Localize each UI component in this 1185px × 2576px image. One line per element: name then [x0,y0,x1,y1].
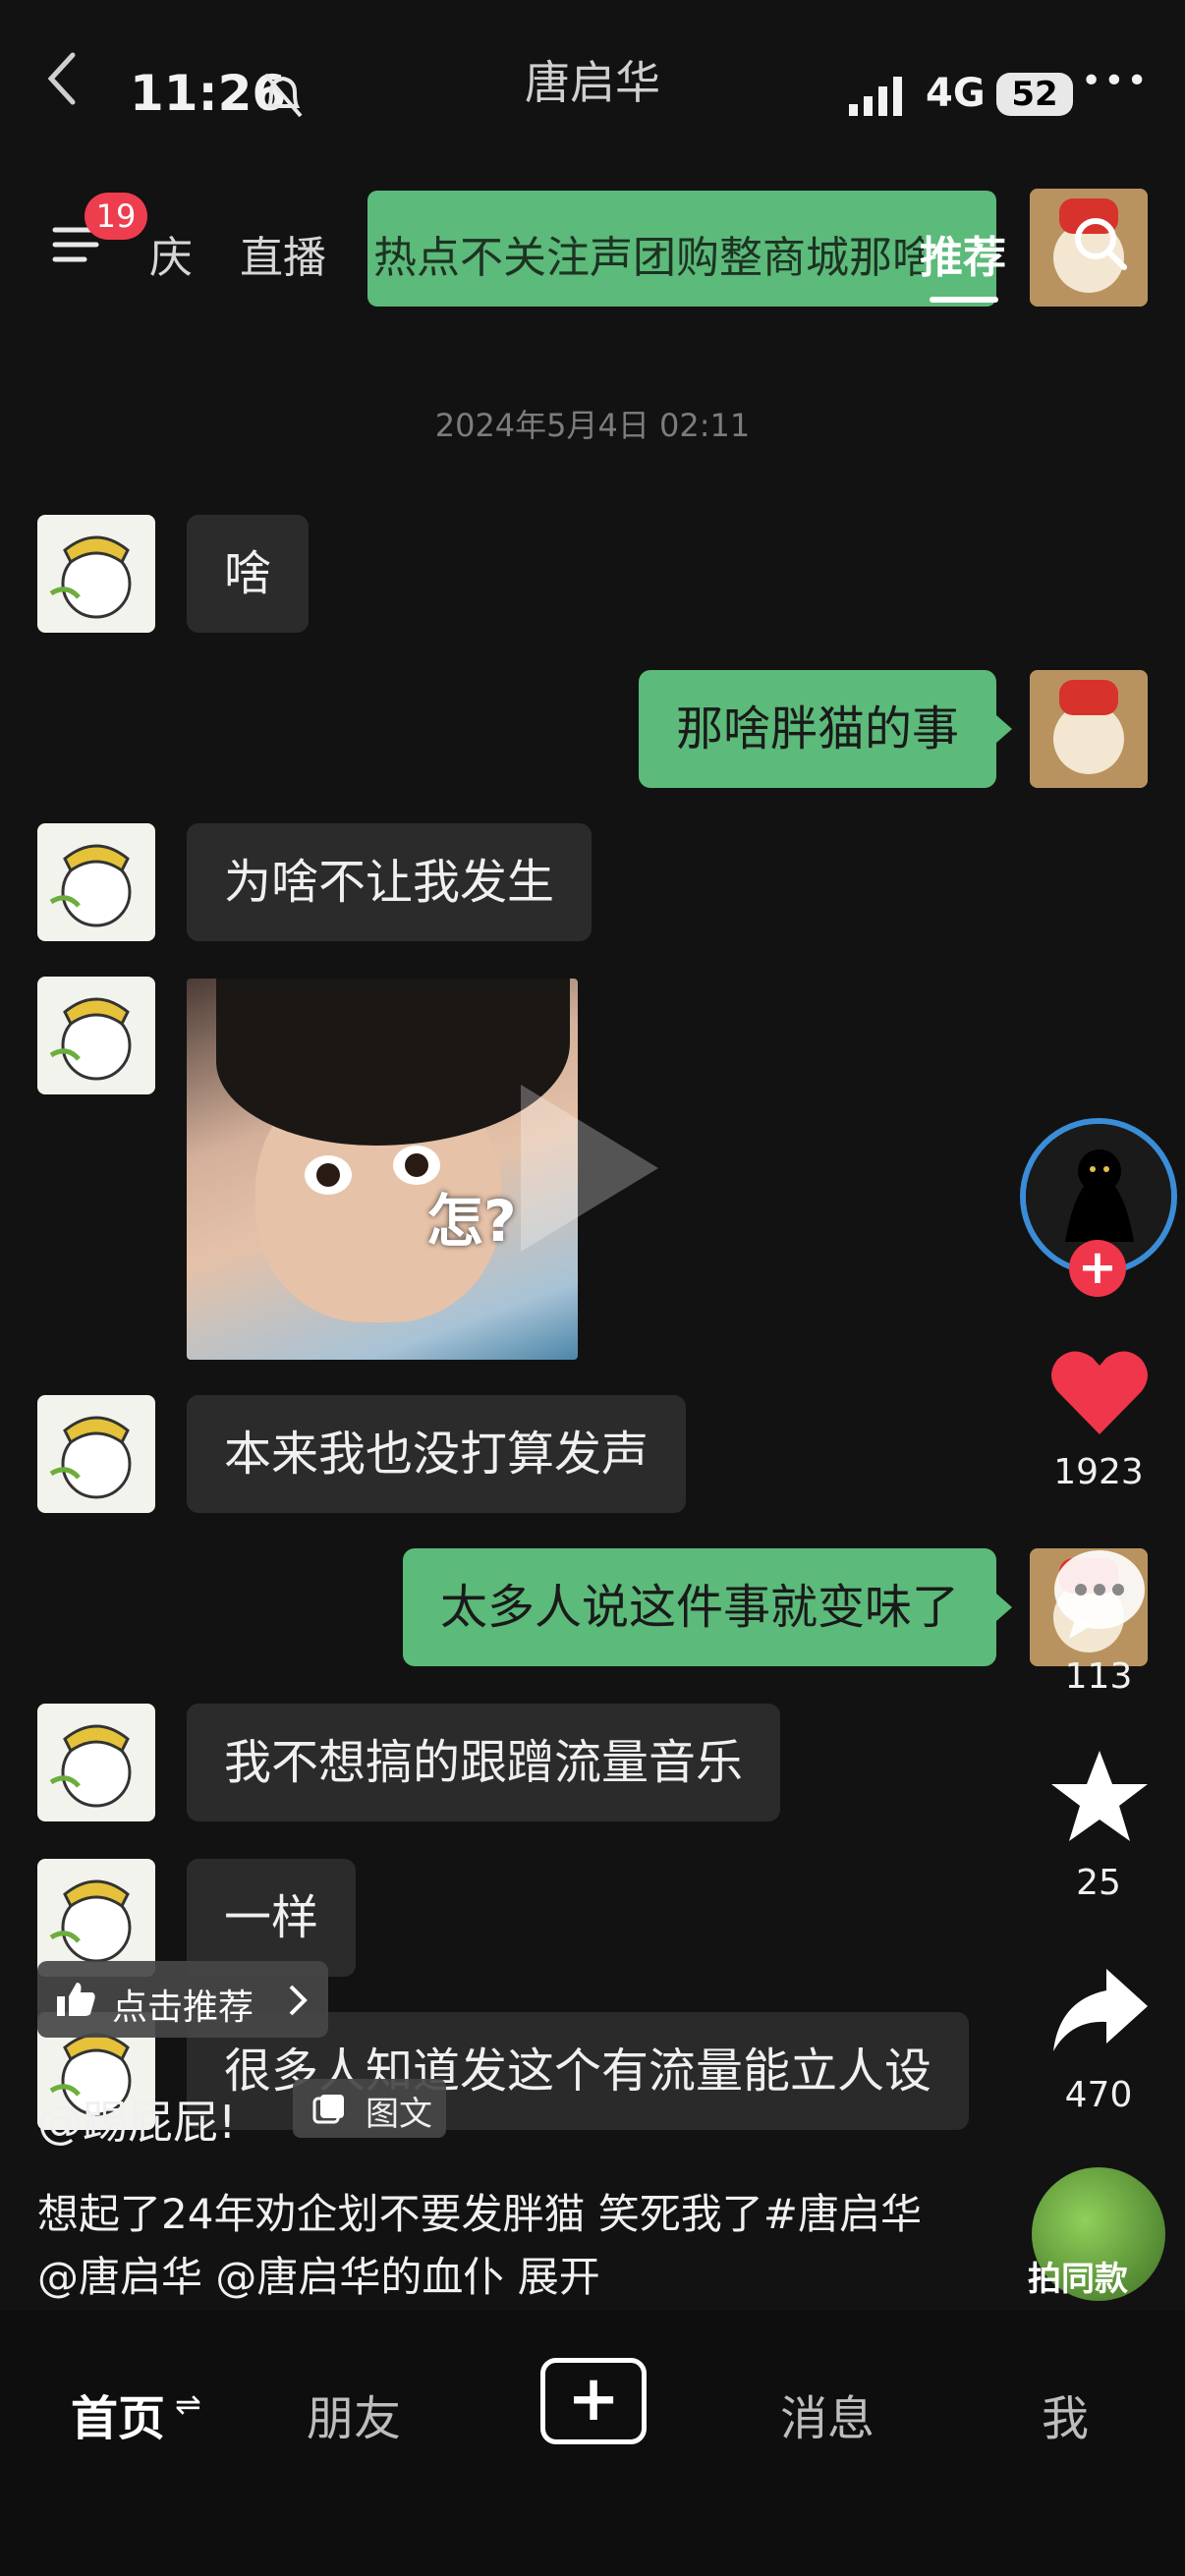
tab-qing[interactable]: 庆 [149,222,193,285]
post-description[interactable]: 想起了24年劝企划不要发胖猫 笑死我了#唐启华 @唐启华 @唐启华的血仆 展开 [37,2183,922,2309]
comment-count: 113 [1064,1656,1133,1697]
image-post-icon [312,2095,344,2124]
signal-icon [849,77,902,116]
tab-live[interactable]: 直播 [240,222,326,285]
create-button[interactable]: + [540,2358,647,2444]
thumbs-up-icon [57,1983,95,2016]
tab-recommend[interactable]: 推荐 [920,222,1006,285]
sender-avatar[interactable] [37,1395,155,1513]
overlay-text[interactable]: 热点不关注声团购整商城那啥 [373,222,924,285]
more-icon[interactable]: ••• [1081,61,1150,101]
bubble-tail [996,715,1012,743]
search-icon[interactable] [1071,214,1128,271]
sender-avatar[interactable] [37,977,155,1094]
network-type: 4G [926,71,986,116]
image-caption: 怎? [426,1188,517,1255]
sender-avatar[interactable] [37,823,155,941]
message-bubble-left[interactable]: 本来我也没打算发声 [187,1395,687,1513]
message-bubble-right[interactable]: 那啥胖猫的事 [638,670,996,788]
bubble-tail [996,1594,1012,1621]
follow-button[interactable]: + [1069,1240,1126,1297]
favorite-star-icon[interactable] [1045,1747,1154,1845]
like-count: 1923 [1053,1452,1144,1492]
message-bubble-left[interactable]: 我不想搞的跟蹭流量音乐 [187,1704,781,1821]
my-avatar[interactable] [1030,670,1148,788]
nav-home[interactable]: 首页 [71,2380,165,2448]
notification-badge: 19 [85,193,147,240]
chevron-right-icon [289,1985,308,2016]
comment-icon[interactable] [1045,1544,1154,1643]
share-count: 470 [1064,2075,1133,2115]
sender-avatar[interactable] [37,1704,155,1821]
post-type-label: 图文 [366,2095,432,2134]
refresh-toggle-icon[interactable]: ⇌ [175,2385,201,2423]
share-icon[interactable] [1045,1961,1154,2059]
message-bubble-right[interactable]: 太多人说这件事就变味了 [402,1548,996,1666]
post-author[interactable]: @踢屁屁! [37,2087,236,2152]
nav-messages[interactable]: 消息 [780,2380,875,2448]
message-bubble-left[interactable]: 一样 [187,1859,357,1977]
message-bubble-left[interactable]: 啥 [187,515,310,633]
favorite-count: 25 [1076,1863,1121,1903]
message-bubble-left[interactable]: 为啥不让我发生 [187,823,592,941]
sender-avatar[interactable] [37,1859,155,1977]
nav-me[interactable]: 我 [1042,2380,1089,2448]
like-icon[interactable] [1045,1344,1154,1442]
battery-indicator: 52 [996,73,1073,116]
music-label[interactable]: 拍同款 [1028,2252,1128,2300]
chat-timestamp: 2024年5月4日 02:11 [434,407,751,444]
nav-friends[interactable]: 朋友 [307,2380,401,2448]
sender-avatar[interactable] [37,515,155,633]
play-icon[interactable] [511,1075,668,1261]
recommend-chip-label: 点击推荐 [112,1988,254,2028]
active-tab-indicator [930,297,998,303]
